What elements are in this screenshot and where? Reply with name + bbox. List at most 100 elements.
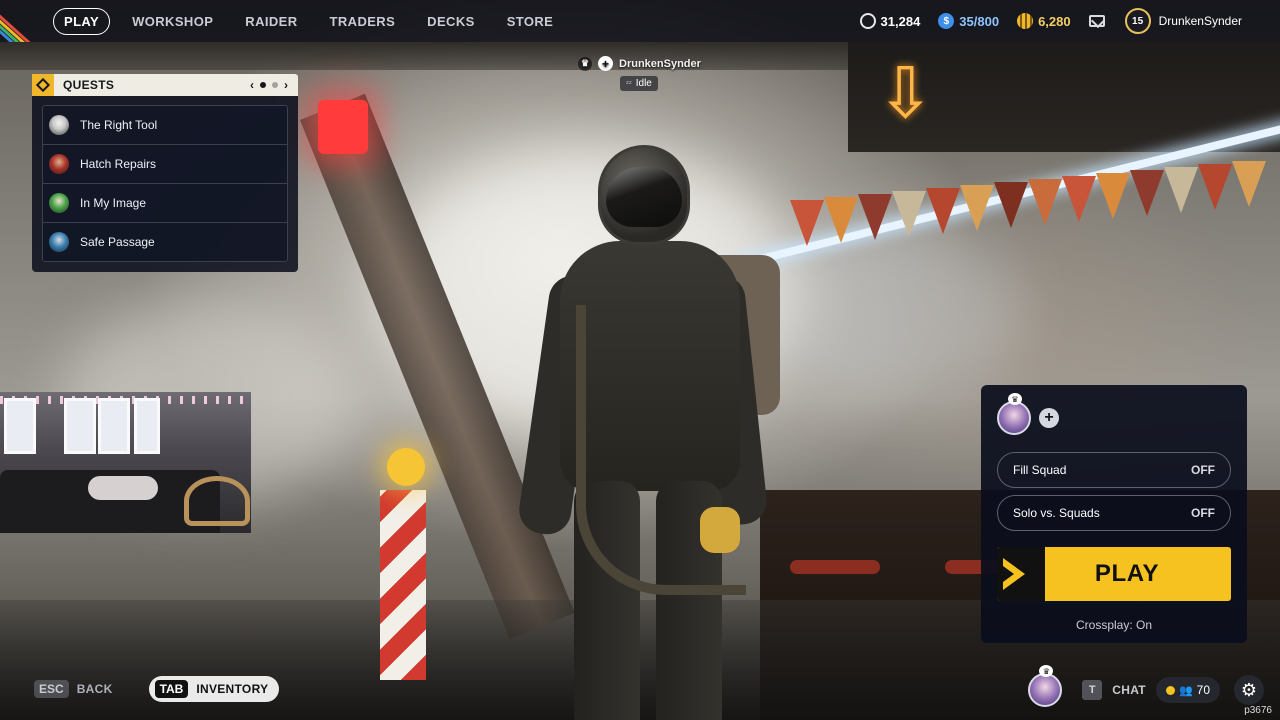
page-dot-active bbox=[260, 82, 266, 88]
coins-value: 6,280 bbox=[1038, 13, 1071, 29]
quests-header: QUESTS ‹ › bbox=[32, 74, 298, 96]
fill-squad-toggle[interactable]: Fill Squad OFF bbox=[997, 452, 1231, 488]
chevron-right-icon[interactable]: › bbox=[284, 78, 288, 92]
crossplay-status: Crossplay: On bbox=[1075, 618, 1153, 632]
mail-icon[interactable] bbox=[1088, 15, 1105, 27]
footer-social: ♛ T CHAT 👥 70 ⚙ bbox=[1028, 665, 1280, 708]
online-count: 70 bbox=[1196, 683, 1210, 697]
player-status-text: Idle bbox=[635, 78, 652, 89]
trader-avatar-icon bbox=[49, 115, 69, 135]
bunting-flag bbox=[1028, 179, 1062, 225]
build-version: p3676 bbox=[1244, 705, 1272, 716]
solo-vs-squads-label: Solo vs. Squads bbox=[1013, 506, 1100, 520]
add-friend-icon[interactable]: + bbox=[598, 56, 613, 71]
gear-icon[interactable]: ⚙ bbox=[1234, 675, 1264, 705]
t-key-hint: T bbox=[1082, 680, 1103, 700]
raider-tokens-value: 31,284 bbox=[880, 13, 921, 29]
player-tag-name: DrunkenSynder bbox=[619, 57, 701, 70]
quests-list: The Right Tool Hatch Repairs In My Image… bbox=[32, 96, 298, 272]
fill-squad-state: OFF bbox=[1191, 463, 1215, 477]
quest-item[interactable]: In My Image bbox=[42, 183, 288, 223]
credits-counter[interactable]: $ 35/800 bbox=[938, 13, 999, 29]
nav-traders[interactable]: TRADERS bbox=[330, 14, 396, 29]
crown-icon: ♛ bbox=[1039, 665, 1054, 677]
bunting-flag bbox=[994, 182, 1028, 228]
raider-tokens-counter[interactable]: 31,284 bbox=[859, 13, 921, 29]
bunting-flag bbox=[824, 197, 858, 243]
raider-character bbox=[516, 145, 780, 720]
solo-vs-squads-toggle[interactable]: Solo vs. Squads OFF bbox=[997, 495, 1231, 531]
window bbox=[4, 398, 36, 454]
player-avatar[interactable]: ♛ bbox=[1028, 665, 1063, 707]
credits-value: 35/800 bbox=[959, 13, 1000, 29]
squad-members: ♛ + bbox=[997, 393, 1059, 435]
friends-online-button[interactable]: 👥 70 bbox=[1155, 677, 1220, 703]
coins-icon bbox=[1017, 13, 1034, 29]
username[interactable]: DrunkenSynder bbox=[1159, 14, 1242, 28]
bunting-flag bbox=[1164, 167, 1198, 213]
trader-avatar-icon bbox=[49, 154, 69, 174]
trader-avatar-icon bbox=[49, 193, 69, 213]
bunting-flag bbox=[1130, 170, 1164, 216]
quest-label: In My Image bbox=[80, 196, 147, 210]
squad-panel: ♛ + Fill Squad OFF Solo vs. Squads OFF P… bbox=[981, 385, 1247, 643]
chat-button[interactable]: CHAT bbox=[1112, 683, 1146, 697]
bunting-flag bbox=[1232, 161, 1266, 207]
sleep-icon: ᶻᶻ bbox=[626, 79, 632, 88]
bunting-flag bbox=[892, 191, 926, 237]
bunting-flag bbox=[926, 188, 960, 234]
nav-workshop[interactable]: WORKSHOP bbox=[132, 14, 213, 29]
fill-squad-label: Fill Squad bbox=[1013, 463, 1067, 477]
nav-decks[interactable]: DECKS bbox=[427, 14, 475, 29]
quest-item[interactable]: The Right Tool bbox=[42, 105, 288, 145]
chevron-right-icon bbox=[997, 547, 1045, 601]
window bbox=[134, 398, 160, 454]
striped-barrier bbox=[380, 490, 426, 680]
bunting-flag bbox=[1198, 164, 1232, 210]
quest-label: Hatch Repairs bbox=[80, 157, 157, 171]
player-status-badge: ᶻᶻ Idle bbox=[620, 76, 658, 91]
nav-raider[interactable]: RAIDER bbox=[245, 14, 297, 29]
esc-key-hint: ESC bbox=[34, 680, 69, 698]
window bbox=[98, 398, 130, 454]
yellow-glove bbox=[700, 507, 740, 553]
nav-store[interactable]: STORE bbox=[507, 14, 554, 29]
quests-panel: QUESTS ‹ › The Right Tool Hatch Repairs … bbox=[32, 74, 298, 276]
yellow-lamp bbox=[387, 448, 425, 486]
play-button[interactable]: PLAY bbox=[997, 547, 1231, 601]
friends-icon: 👥 bbox=[1178, 684, 1193, 697]
squad-leader-avatar[interactable]: ♛ bbox=[997, 393, 1031, 435]
quest-item[interactable]: Hatch Repairs bbox=[42, 144, 288, 184]
token-icon bbox=[859, 13, 876, 29]
footer-hints: ESC BACK TAB INVENTORY bbox=[34, 676, 280, 702]
play-button-label: PLAY bbox=[1094, 560, 1160, 587]
wicker-chair bbox=[184, 476, 250, 526]
currency-bar: 31,284 $ 35/800 6,280 15 DrunkenSynder bbox=[859, 0, 1280, 42]
quests-title: QUESTS bbox=[63, 78, 115, 92]
red-warning-light bbox=[318, 100, 368, 154]
quests-pager: ‹ › bbox=[250, 78, 288, 92]
crown-icon: ♛ bbox=[578, 56, 592, 71]
trader-avatar-icon bbox=[49, 232, 69, 252]
back-button[interactable]: BACK bbox=[77, 682, 113, 696]
level-badge: 15 bbox=[1124, 8, 1151, 34]
online-indicator-icon bbox=[1165, 685, 1175, 695]
streamer bbox=[88, 476, 158, 500]
solo-vs-squads-state: OFF bbox=[1191, 506, 1215, 520]
chevron-left-icon[interactable]: ‹ bbox=[250, 78, 254, 92]
credits-icon: $ bbox=[938, 13, 955, 29]
bunting-flag bbox=[1096, 173, 1130, 219]
quest-item[interactable]: Safe Passage bbox=[42, 222, 288, 262]
coins-counter[interactable]: 6,280 bbox=[1017, 13, 1071, 29]
inventory-button[interactable]: TAB INVENTORY bbox=[148, 676, 280, 702]
nav-play[interactable]: PLAY bbox=[53, 7, 111, 35]
main-nav: PLAY WORKSHOP RAIDER TRADERS DECKS STORE bbox=[53, 0, 585, 42]
bunting-flag bbox=[1062, 176, 1096, 222]
rainbow-stripes-logo bbox=[0, 0, 46, 42]
crown-icon: ♛ bbox=[1008, 393, 1022, 405]
add-squad-member-button[interactable]: + bbox=[1039, 408, 1059, 428]
quest-label: The Right Tool bbox=[80, 118, 158, 132]
bunting-flag bbox=[858, 194, 892, 240]
inventory-label: INVENTORY bbox=[196, 682, 269, 696]
top-nav-bar: PLAY WORKSHOP RAIDER TRADERS DECKS STORE… bbox=[0, 0, 1280, 42]
